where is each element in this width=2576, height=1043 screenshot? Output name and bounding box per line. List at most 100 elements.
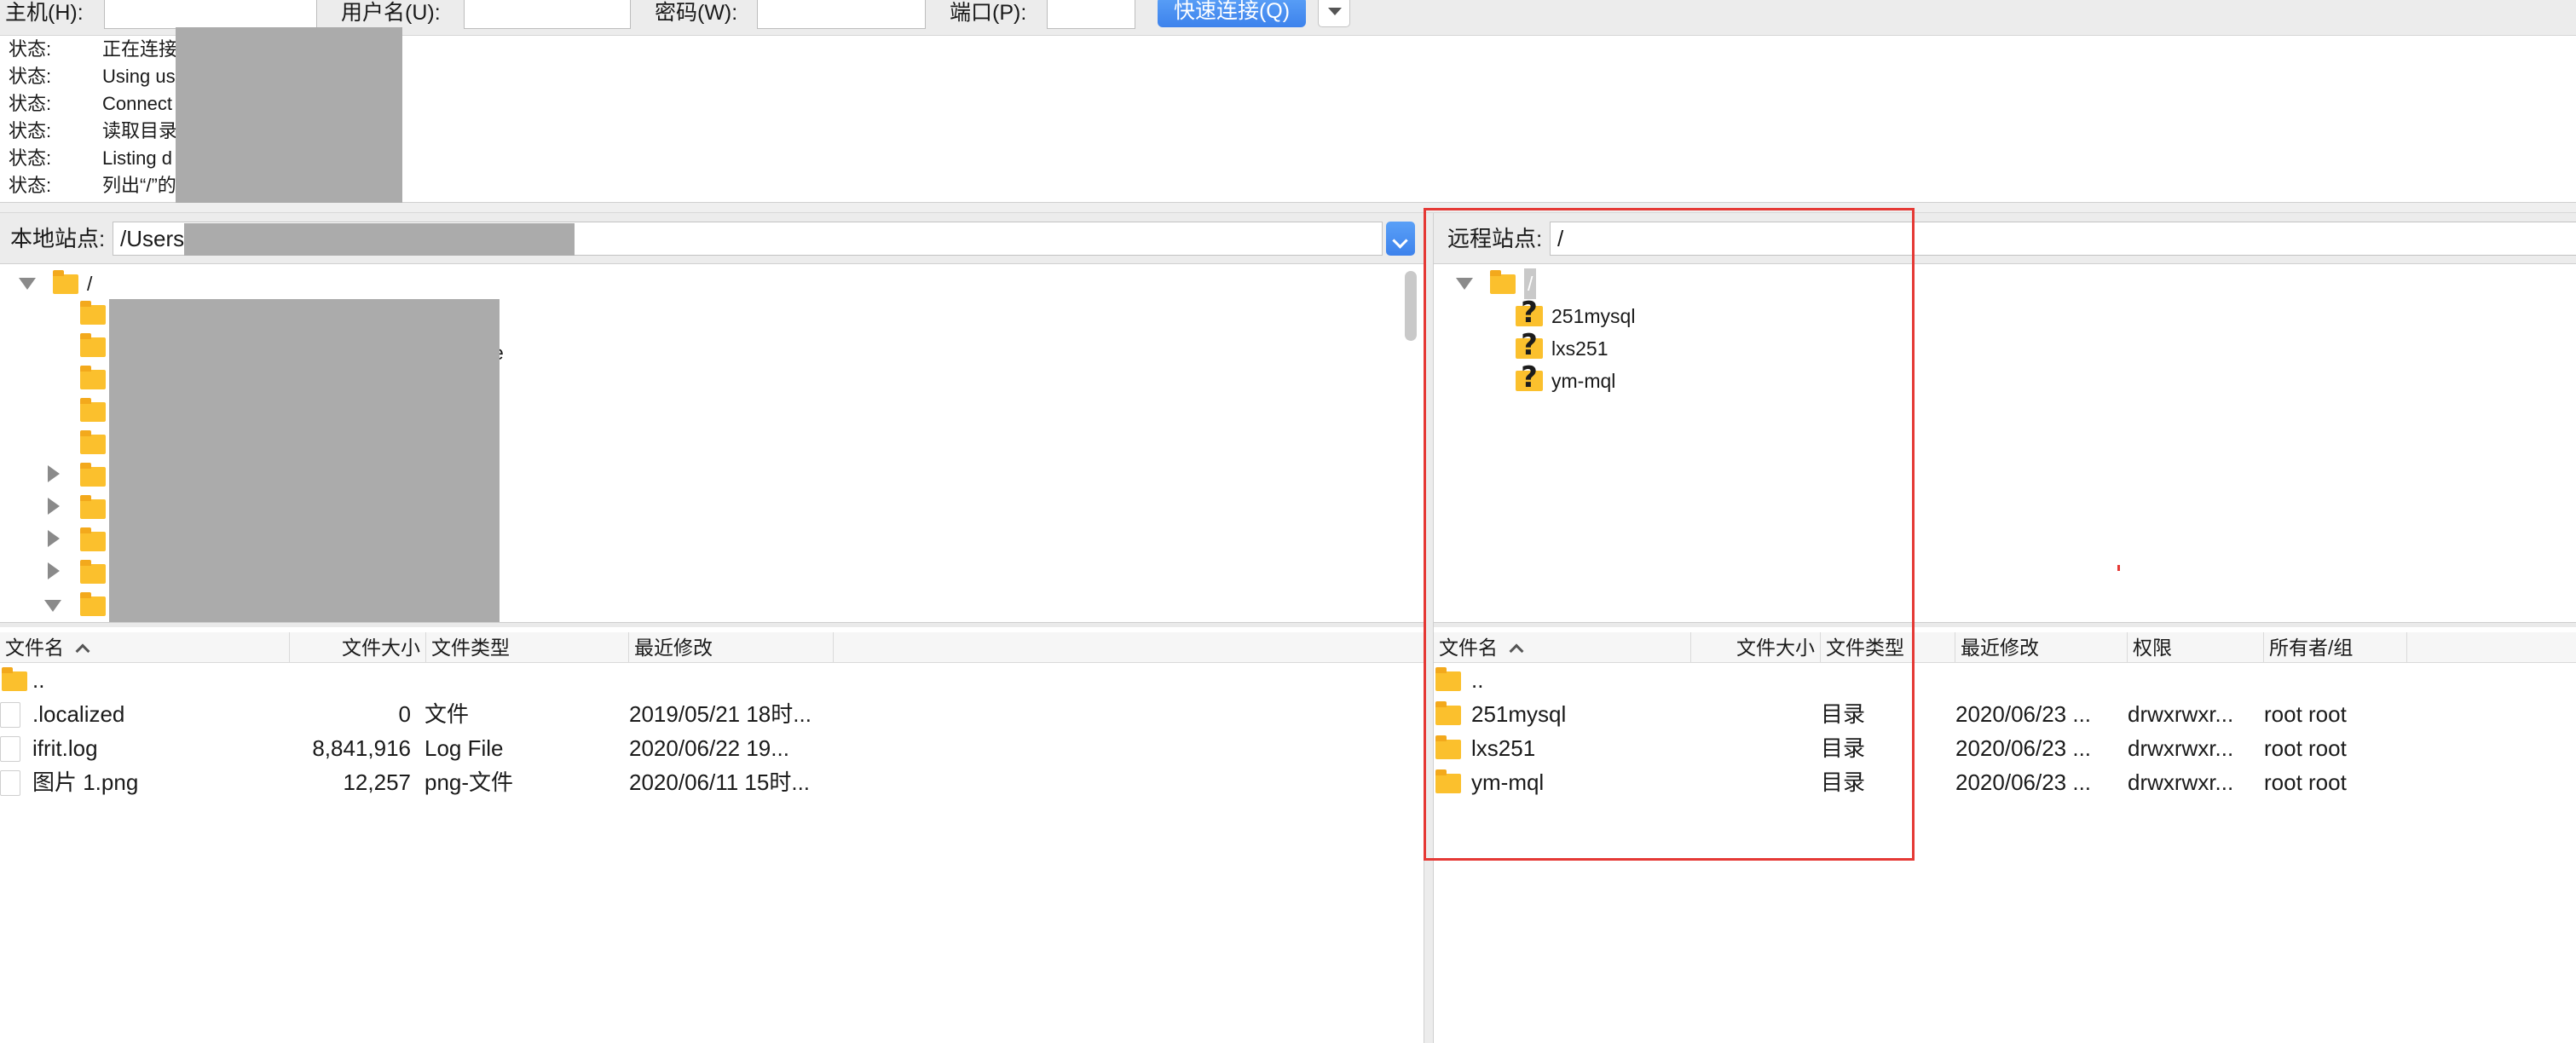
file-icon [0, 736, 20, 762]
file-modified: 2020/06/22 19... [629, 735, 789, 761]
expand-icon[interactable] [48, 530, 60, 547]
file-owner: root root [2264, 735, 2347, 761]
annotation-mark [2117, 565, 2120, 571]
remote-file-list-header: 文件名 文件大小 文件类型 最近修改 权限 所有者/组 [1434, 632, 2576, 663]
file-name: 图片 1.png [32, 769, 139, 795]
port-input[interactable] [1047, 0, 1135, 29]
remote-tree-root-label: / [1524, 268, 1537, 299]
column-header-filename[interactable]: 文件名 [0, 632, 290, 663]
file-type: 目录 [1821, 735, 1866, 761]
file-name: lxs251 [1471, 735, 1536, 761]
log-redaction [176, 27, 402, 203]
log-message: Connect [102, 93, 172, 114]
column-header-filesize[interactable]: 文件大小 [1691, 632, 1821, 663]
remote-file-row[interactable]: lxs251 目录 2020/06/23 ... drwxrwxr... roo… [1434, 731, 2576, 765]
unknown-folder-icon: ? [1516, 297, 1543, 328]
log-status: 状态: [9, 38, 52, 60]
local-file-row[interactable]: 图片 1.png 12,257 png-文件 2020/06/11 15时... [0, 765, 1424, 799]
message-log: 状态: 正在连接 状态: Using us 状态: Connect 状态: 读取… [0, 27, 2576, 203]
column-header-modified[interactable]: 最近修改 [1955, 632, 2128, 663]
expand-icon[interactable] [48, 562, 60, 579]
file-name: 251mysql [1471, 701, 1567, 727]
column-header-filetype[interactable]: 文件类型 [426, 632, 629, 663]
remote-tree-item-label: lxs251 [1551, 337, 1609, 360]
password-input[interactable] [757, 0, 926, 29]
folder-icon [1435, 735, 1461, 759]
folder-icon [1435, 701, 1461, 725]
file-type: 目录 [1821, 701, 1866, 727]
file-permissions: drwxrwxr... [2128, 701, 2234, 727]
remote-site-label: 远程站点: [1447, 226, 1543, 251]
remote-tree-item-label: ym-mql [1551, 370, 1616, 392]
file-type: 目录 [1821, 769, 1866, 795]
file-permissions: drwxrwxr... [2128, 735, 2234, 761]
folder-icon [2, 667, 27, 691]
log-status: 状态: [9, 147, 52, 169]
collapse-icon[interactable] [1456, 278, 1473, 290]
remote-file-row[interactable]: 251mysql 目录 2020/06/23 ... drwxrwxr... r… [1434, 697, 2576, 731]
remote-path-input[interactable]: / [1550, 222, 2576, 256]
folder-icon [80, 430, 106, 454]
column-header-owner[interactable]: 所有者/组 [2264, 632, 2407, 663]
folder-icon [80, 333, 106, 357]
folder-icon [1490, 270, 1516, 294]
remote-tree-root[interactable]: / [1434, 268, 1775, 299]
file-type: png-文件 [425, 769, 514, 795]
expand-icon[interactable] [48, 498, 60, 515]
local-tree-root-label: / [87, 273, 93, 295]
local-file-list-header: 文件名 文件大小 文件类型 最近修改 [0, 632, 1424, 663]
remote-tree-item[interactable]: ? 251mysql [1434, 297, 1775, 331]
file-modified: 2019/05/21 18时... [629, 701, 811, 727]
local-file-row[interactable]: ifrit.log 8,841,916 Log File 2020/06/22 … [0, 731, 1424, 765]
local-tree-scrollbar[interactable] [1405, 271, 1417, 341]
log-message: Using us [102, 66, 176, 87]
file-modified: 2020/06/23 ... [1955, 735, 2092, 761]
log-message: Listing d [102, 147, 172, 169]
remote-pane-divider[interactable] [1434, 622, 2576, 627]
host-label: 主机(H): [5, 1, 84, 25]
file-size: 8,841,916 [312, 735, 411, 761]
file-icon [0, 702, 20, 728]
collapse-icon[interactable] [44, 600, 61, 612]
log-message: 正在连接 [102, 38, 178, 60]
column-header-filetype[interactable]: 文件类型 [1821, 632, 1955, 663]
column-header-label: 文件名 [1439, 637, 1498, 659]
local-pane-divider[interactable] [0, 622, 1424, 627]
remote-directory-tree: / ? 251mysql ? lxs251 ? ym-mql [1434, 265, 2576, 623]
horizontal-splitter[interactable] [0, 203, 2576, 213]
file-permissions: drwxrwxr... [2128, 769, 2234, 795]
host-input[interactable] [104, 0, 317, 29]
file-modified: 2020/06/23 ... [1955, 701, 2092, 727]
local-tree-redaction [109, 299, 500, 623]
file-size: 0 [398, 701, 411, 727]
quickconnect-history-dropdown[interactable] [1318, 0, 1350, 27]
remote-tree-item[interactable]: ? lxs251 [1434, 330, 1775, 364]
remote-file-row[interactable]: .. [1434, 663, 2576, 697]
file-owner: root root [2264, 769, 2347, 795]
vertical-splitter[interactable] [1424, 213, 1434, 1043]
sort-ascending-icon [75, 643, 90, 659]
file-name: .localized [32, 701, 125, 727]
local-file-row[interactable]: .. [0, 663, 1424, 697]
file-name: ym-mql [1471, 769, 1545, 795]
local-file-row[interactable]: .localized 0 文件 2019/05/21 18时... [0, 697, 1424, 731]
folder-icon [80, 463, 106, 487]
remote-tree-item[interactable]: ? ym-mql [1434, 362, 1775, 396]
local-path-dropdown-button[interactable] [1386, 222, 1415, 256]
unknown-folder-icon: ? [1516, 362, 1543, 393]
column-header-filesize[interactable]: 文件大小 [290, 632, 426, 663]
column-header-filename[interactable]: 文件名 [1434, 632, 1691, 663]
quickconnect-button[interactable]: 快速连接(Q) [1158, 0, 1306, 27]
collapse-icon[interactable] [19, 278, 36, 290]
local-tree-root[interactable]: / [0, 268, 341, 299]
file-type: Log File [425, 735, 504, 761]
file-name: ifrit.log [32, 735, 98, 761]
folder-icon [53, 270, 78, 294]
remote-file-row[interactable]: ym-mql 目录 2020/06/23 ... drwxrwxr... roo… [1434, 765, 2576, 799]
folder-icon [80, 398, 106, 422]
column-header-permissions[interactable]: 权限 [2128, 632, 2264, 663]
column-header-modified[interactable]: 最近修改 [629, 632, 834, 663]
folder-icon [1435, 769, 1461, 793]
expand-icon[interactable] [48, 465, 60, 482]
username-input[interactable] [464, 0, 631, 29]
